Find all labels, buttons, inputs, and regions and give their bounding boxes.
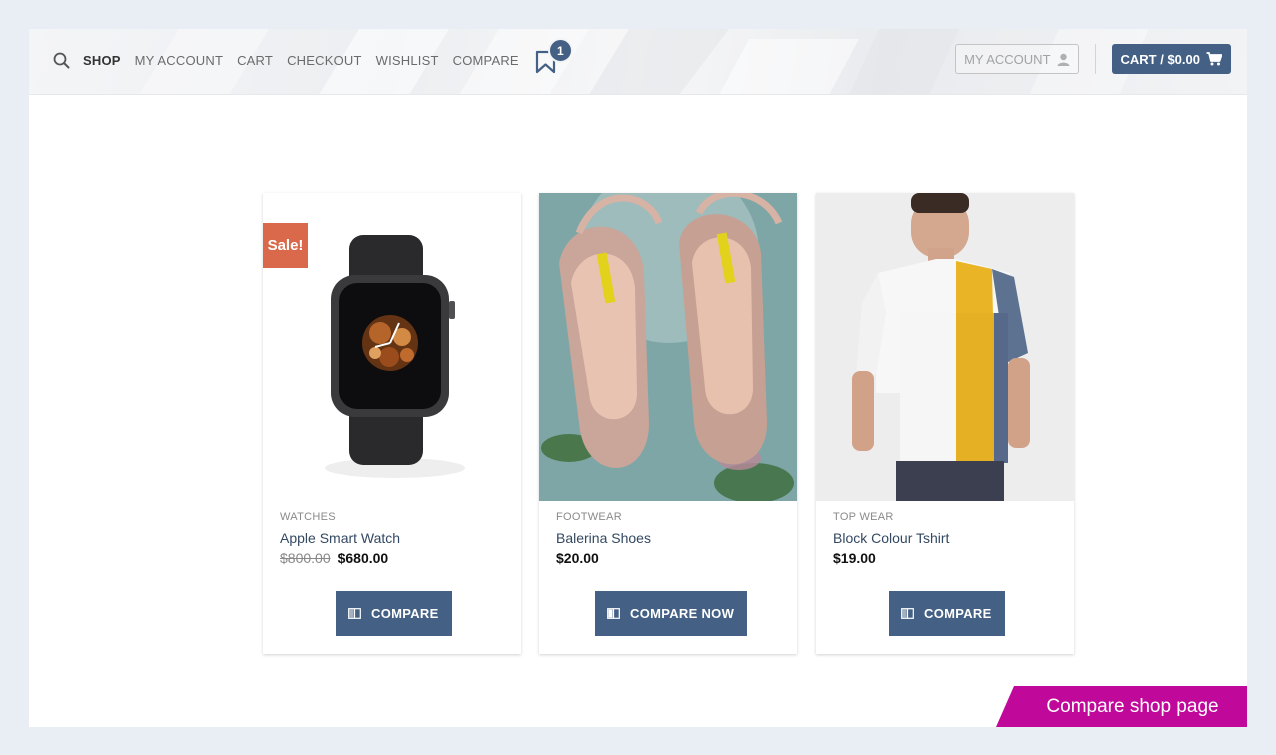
- product-image-watch[interactable]: Sale!: [263, 193, 521, 501]
- product-category[interactable]: TOP WEAR: [833, 511, 894, 523]
- cart-label: CART / $0.00: [1120, 51, 1200, 67]
- compare-now-button[interactable]: COMPARE NOW: [595, 591, 748, 636]
- compare-icon: [607, 608, 620, 619]
- site-header: SHOP MY ACCOUNT CART CHECKOUT WISHLIST C…: [29, 29, 1247, 95]
- compare-button-label: COMPARE: [924, 606, 992, 621]
- product-price: $19.00: [833, 550, 876, 566]
- product-price: $20.00: [556, 550, 599, 566]
- header-actions: MY ACCOUNT CART / $0.00: [955, 44, 1231, 74]
- compare-button-label: COMPARE NOW: [630, 606, 735, 621]
- compare-shop-page-banner: Compare shop page: [996, 686, 1247, 727]
- main-nav: SHOP MY ACCOUNT CART CHECKOUT WISHLIST C…: [53, 29, 573, 91]
- compare-button[interactable]: COMPARE: [336, 591, 452, 636]
- product-name[interactable]: Block Colour Tshirt: [833, 530, 949, 546]
- wishlist-button[interactable]: 1: [535, 38, 573, 74]
- page-frame: SHOP MY ACCOUNT CART CHECKOUT WISHLIST C…: [29, 29, 1247, 727]
- compare-icon: [901, 608, 914, 619]
- user-icon: [1057, 53, 1070, 66]
- product-name[interactable]: Balerina Shoes: [556, 530, 651, 546]
- nav-shop[interactable]: SHOP: [83, 53, 121, 68]
- sale-price: $680.00: [337, 550, 389, 566]
- product-card-apple-watch: Sale! WATCHES Apple Smart Watch $800.00 …: [263, 193, 521, 654]
- nav-wishlist[interactable]: WISHLIST: [376, 53, 439, 68]
- nav-cart[interactable]: CART: [237, 53, 273, 68]
- compare-button[interactable]: COMPARE: [889, 591, 1005, 636]
- product-card-block-colour-tshirt: TOP WEAR Block Colour Tshirt $19.00 COMP…: [816, 193, 1074, 654]
- my-account-button[interactable]: MY ACCOUNT: [955, 44, 1079, 74]
- product-image-tshirt[interactable]: [816, 193, 1074, 501]
- cart-icon: [1206, 52, 1222, 66]
- compare-button-label: COMPARE: [371, 606, 439, 621]
- product-price: $800.00 $680.00: [280, 550, 388, 566]
- current-price: $20.00: [556, 550, 599, 566]
- original-price: $800.00: [280, 550, 331, 566]
- search-icon[interactable]: [53, 51, 71, 69]
- product-image-shoes[interactable]: [539, 193, 797, 501]
- nav-my-account[interactable]: MY ACCOUNT: [135, 53, 223, 68]
- product-name[interactable]: Apple Smart Watch: [280, 530, 400, 546]
- compare-icon: [348, 608, 361, 619]
- current-price: $19.00: [833, 550, 876, 566]
- sale-badge: Sale!: [263, 223, 308, 268]
- product-category[interactable]: FOOTWEAR: [556, 511, 622, 523]
- nav-compare[interactable]: COMPARE: [453, 53, 519, 68]
- nav-checkout[interactable]: CHECKOUT: [287, 53, 362, 68]
- product-category[interactable]: WATCHES: [280, 511, 336, 523]
- wishlist-count-badge: 1: [547, 38, 573, 63]
- header-divider: [1094, 44, 1096, 74]
- product-card-balerina-shoes: FOOTWEAR Balerina Shoes $20.00 COMPARE N…: [539, 193, 797, 654]
- my-account-label: MY ACCOUNT: [964, 51, 1051, 67]
- cart-button[interactable]: CART / $0.00: [1111, 44, 1231, 74]
